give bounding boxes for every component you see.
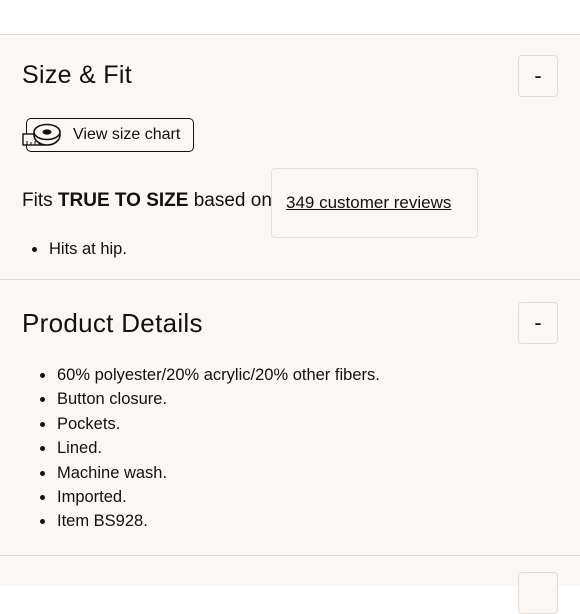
list-item: Button closure. xyxy=(40,388,380,412)
size-fit-section: Size & Fit - View size chart Fits TRUE T… xyxy=(0,34,580,279)
next-section xyxy=(0,555,580,614)
product-details-collapse-button[interactable]: - xyxy=(518,302,558,344)
size-fit-collapse-button[interactable]: - xyxy=(518,55,558,97)
list-item: Pockets. xyxy=(40,413,380,437)
list-item: Machine wash. xyxy=(40,462,380,486)
fit-notes-list: Hits at hip. xyxy=(32,238,127,262)
reviews-link-box[interactable]: 349 customer reviews xyxy=(271,168,478,238)
fit-value: TRUE TO SIZE xyxy=(57,190,189,211)
fit-prefix: Fits xyxy=(22,190,53,211)
fit-summary: Fits TRUE TO SIZE based on xyxy=(22,190,272,212)
product-details-list: 60% polyester/20% acrylic/20% other fibe… xyxy=(40,364,380,535)
list-item: Lined. xyxy=(40,437,380,461)
list-item: Hits at hip. xyxy=(32,238,127,262)
list-item: 60% polyester/20% acrylic/20% other fibe… xyxy=(40,364,380,388)
measuring-tape-icon xyxy=(21,120,63,150)
view-size-chart-button[interactable]: View size chart xyxy=(22,118,194,152)
next-section-toggle-button[interactable] xyxy=(518,572,558,614)
size-fit-title: Size & Fit xyxy=(22,61,132,89)
product-details-section: Product Details - 60% polyester/20% acry… xyxy=(0,279,580,555)
list-item: Imported. xyxy=(40,486,380,510)
customer-reviews-link[interactable]: 349 customer reviews xyxy=(286,193,451,213)
top-band xyxy=(0,0,580,34)
view-size-chart-label: View size chart xyxy=(73,126,181,143)
list-item: Item BS928. xyxy=(40,510,380,534)
fit-suffix: based on xyxy=(193,190,272,211)
product-details-title: Product Details xyxy=(22,308,203,338)
